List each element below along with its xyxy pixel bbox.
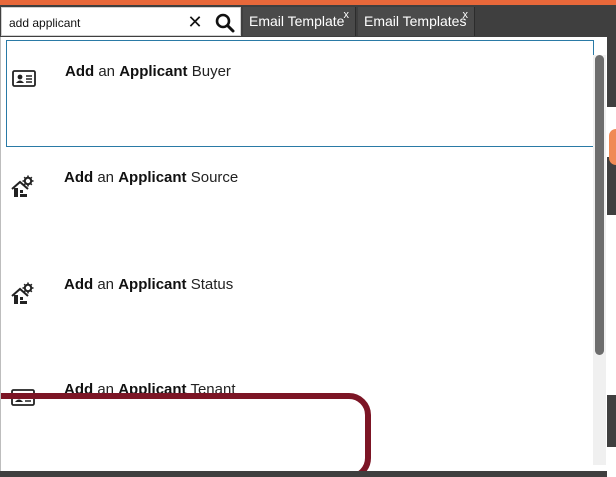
house-gear-icon [11, 282, 34, 304]
result-label: Add an Applicant Buyer [65, 63, 231, 80]
result-add-applicant-status[interactable]: Add an Applicant Status [6, 254, 594, 361]
contact-card-icon [11, 389, 35, 406]
search-icon[interactable] [214, 12, 236, 34]
side-strip [607, 215, 616, 395]
result-verb: Add [64, 276, 94, 293]
contact-card-icon [12, 70, 36, 87]
tab-email-templates[interactable]: Email Templates x [358, 7, 475, 36]
result-joiner: an [97, 381, 115, 398]
result-verb: Add [64, 169, 94, 186]
result-add-applicant-source[interactable]: Add an Applicant Source [6, 147, 594, 254]
tab-label: Email Template [249, 13, 345, 29]
side-strip [607, 447, 616, 477]
tab-close-icon[interactable]: x [344, 1, 350, 29]
tab-label: Email Templates [364, 13, 467, 29]
house-gear-icon [11, 175, 34, 197]
result-label: Add an Applicant Tenant [64, 381, 236, 398]
result-label: Add an Applicant Source [64, 169, 238, 186]
result-add-applicant-tenant[interactable]: Add an Applicant Tenant [6, 361, 594, 468]
result-joiner: an [97, 169, 115, 186]
result-entity: Applicant [119, 63, 188, 80]
search-box[interactable]: ✕ [1, 7, 241, 36]
result-rest: Status [190, 276, 234, 293]
result-entity: Applicant [118, 276, 187, 293]
result-rest: Source [190, 169, 239, 186]
result-joiner: an [98, 63, 116, 80]
scrollbar-thumb[interactable] [595, 55, 604, 355]
search-results-dropdown: Add an Applicant Buyer Add an Applicant … [0, 37, 607, 471]
top-accent-bar [0, 0, 616, 5]
close-icon[interactable]: ✕ [185, 11, 205, 33]
result-verb: Add [65, 63, 95, 80]
result-label: Add an Applicant Status [64, 276, 233, 293]
search-input[interactable] [9, 14, 179, 32]
result-joiner: an [97, 276, 115, 293]
results-scrollbar[interactable] [593, 55, 606, 465]
orange-badge [609, 129, 616, 165]
result-rest: Buyer [191, 63, 231, 80]
result-add-applicant-buyer[interactable]: Add an Applicant Buyer [6, 40, 594, 147]
tab-email-template[interactable]: Email Template x [243, 7, 356, 36]
result-rest: Tenant [190, 381, 236, 398]
result-verb: Add [64, 381, 94, 398]
background-side-panel [607, 37, 616, 477]
result-entity: Applicant [118, 169, 187, 186]
tab-close-icon[interactable]: x [463, 1, 469, 29]
result-entity: Applicant [118, 381, 187, 398]
